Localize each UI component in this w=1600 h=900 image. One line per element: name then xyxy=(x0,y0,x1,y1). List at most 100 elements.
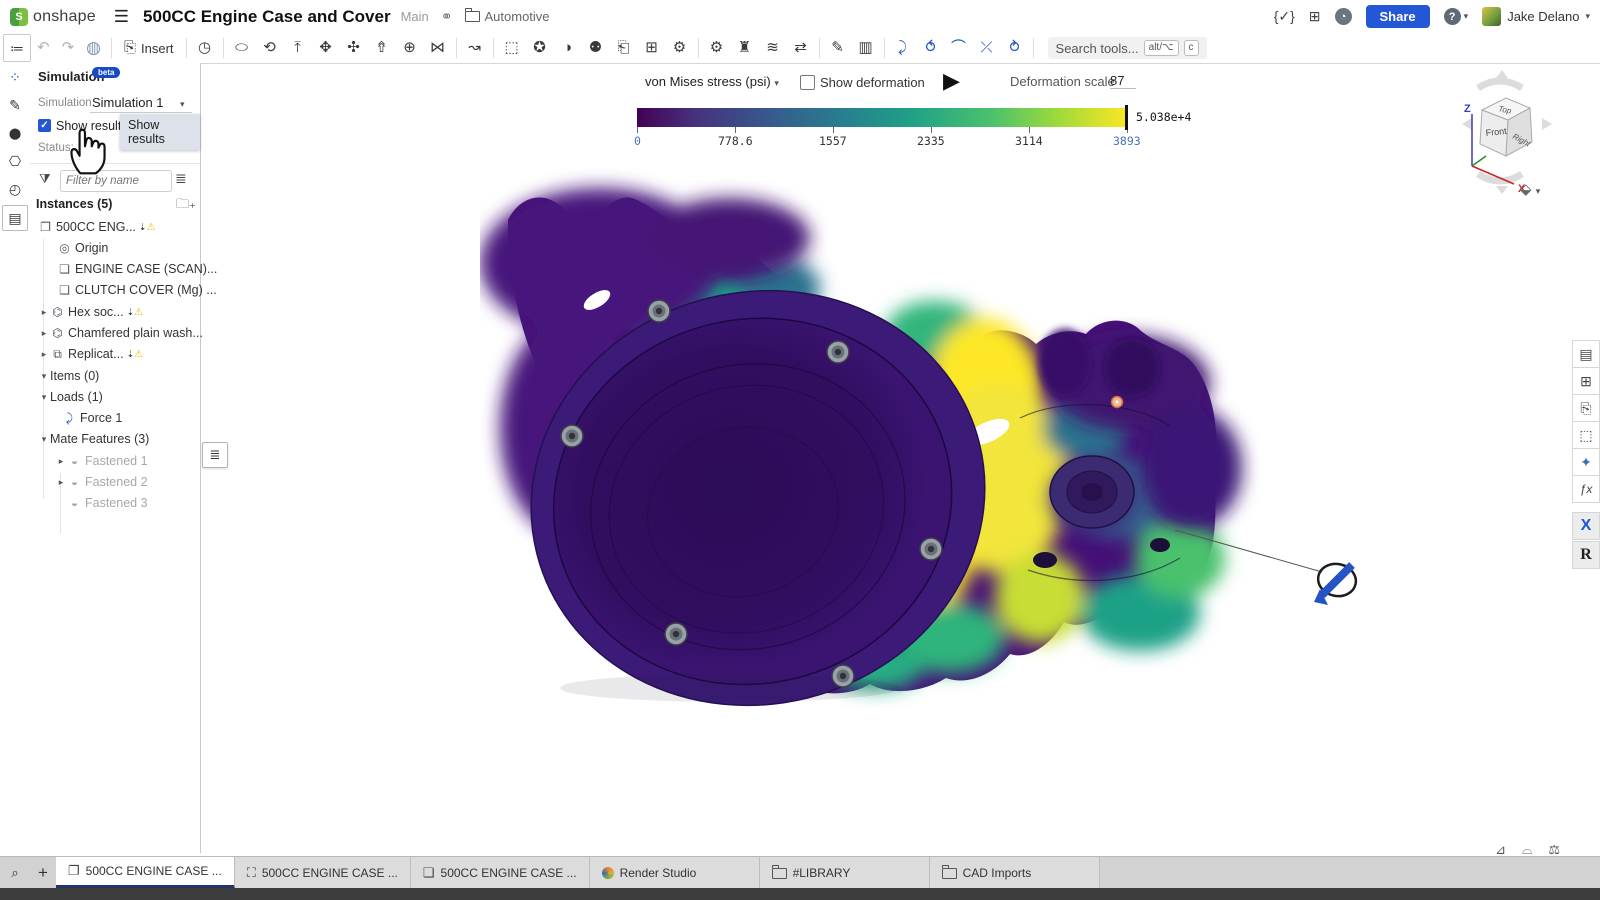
raise-instance-icon[interactable]: ⤒ xyxy=(284,34,312,62)
parts-help-icon[interactable]: ⎔ xyxy=(0,147,30,175)
gear-relation-icon[interactable]: ⚙ xyxy=(666,34,694,62)
exploded-view-icon[interactable]: ⚉ xyxy=(582,34,610,62)
tree-item-label[interactable]: Hex soc... xyxy=(68,305,124,319)
mirror-icon[interactable]: ⋈ xyxy=(424,34,452,62)
mate-connector-icon[interactable]: ↝ xyxy=(461,34,489,62)
app-r-icon[interactable]: R xyxy=(1572,541,1600,569)
app-x-icon[interactable]: X xyxy=(1572,512,1600,540)
tree-item-label[interactable]: Fastened 1 xyxy=(85,454,148,468)
translate-icon[interactable]: ✥ xyxy=(312,34,340,62)
multipart-icon[interactable]: ✦ xyxy=(1572,448,1600,475)
learning-center-icon[interactable]: ◔ xyxy=(1335,8,1352,25)
tree-item-label[interactable]: ENGINE CASE (SCAN)... xyxy=(75,262,217,276)
insert-button[interactable]: ⎘ Insert xyxy=(116,34,182,62)
configuration-icon[interactable]: ⎘ xyxy=(1572,394,1600,421)
tree-item-fastened[interactable]: ◒ Fastened 3 xyxy=(30,493,237,513)
release-icon[interactable]: ◍ xyxy=(80,34,107,62)
tab-search-icon[interactable]: ⌕ xyxy=(0,857,30,889)
onshape-logo-icon[interactable]: S xyxy=(10,8,28,26)
rotate-up-arrow-icon[interactable] xyxy=(1496,70,1508,78)
feature-script-icon[interactable]: {✓} xyxy=(1274,8,1295,25)
display-states-icon[interactable]: ⎗ xyxy=(610,34,638,62)
feature-list-flyout-button[interactable]: ≣ xyxy=(202,442,228,468)
simulation-select-caret-icon[interactable]: ▾ xyxy=(180,99,185,110)
show-results-label[interactable]: Show results xyxy=(56,119,128,133)
show-results-checkbox[interactable]: ✓ xyxy=(38,119,51,132)
tree-item-fastened[interactable]: ▸ ◒ Fastened 1 xyxy=(30,451,225,471)
sim-force-icon[interactable]: ⤸ xyxy=(889,34,917,62)
select-region-icon[interactable]: ⬚ xyxy=(498,34,526,62)
gear-stand-icon[interactable]: ♜ xyxy=(731,34,759,62)
expand-icon[interactable]: ▸ xyxy=(55,477,67,488)
tree-item-label[interactable]: Replicat... xyxy=(68,347,124,361)
pattern-icon[interactable]: ⊞ xyxy=(638,34,666,62)
tab-cad-imports[interactable]: CAD Imports xyxy=(930,857,1100,889)
tree-item[interactable]: ◎ Origin xyxy=(30,238,227,258)
bom-icon[interactable]: ▥ xyxy=(852,34,880,62)
main-menu-icon[interactable]: ☰ xyxy=(114,7,129,27)
report-panel-icon[interactable]: ▤ xyxy=(1572,340,1600,367)
share-button[interactable]: Share xyxy=(1366,5,1430,28)
collapse-icon[interactable]: ▾ xyxy=(38,371,50,382)
replicate-icon[interactable]: ⇄ xyxy=(787,34,815,62)
comment-icon[interactable]: ⬤ xyxy=(0,119,30,147)
filter-icon[interactable]: ⧩ xyxy=(39,171,51,187)
load-anchor-marker[interactable] xyxy=(1112,397,1123,408)
expand-icon[interactable]: ▸ xyxy=(55,456,67,467)
workspace-label[interactable]: Main xyxy=(401,9,429,24)
tree-item[interactable]: ▸ ⧉ Replicat... ⇣⚠ xyxy=(30,344,208,364)
sim-remote-force-icon[interactable]: ⤫ xyxy=(973,34,1001,62)
tree-item[interactable]: ▸ ⌬ Chamfered plain wash... xyxy=(30,323,208,343)
tree-item-label[interactable]: Fastened 3 xyxy=(85,496,148,510)
tab-render-studio[interactable]: Render Studio xyxy=(590,857,760,889)
tab-library[interactable]: #LIBRARY xyxy=(760,857,930,889)
sim-pressure-icon[interactable]: ⥁ xyxy=(1001,34,1029,62)
expand-icon[interactable]: ▸ xyxy=(38,328,50,339)
rotate-left-arrow-icon[interactable] xyxy=(1462,118,1472,130)
rotate-instance-icon[interactable]: ⟲ xyxy=(256,34,284,62)
bom-table-icon[interactable]: ⊞ xyxy=(1572,367,1600,394)
help-icon[interactable]: ? xyxy=(1444,8,1461,25)
user-name[interactable]: Jake Delano xyxy=(1507,9,1579,24)
named-positions-icon[interactable]: ✪ xyxy=(526,34,554,62)
free-drag-icon[interactable]: ✣ xyxy=(340,34,368,62)
force-arrow-icon[interactable] xyxy=(1322,565,1352,595)
tree-item-label[interactable]: CLUTCH COVER (Mg) ... xyxy=(75,283,217,297)
tree-item-force[interactable]: ⤸ Force 1 xyxy=(30,408,232,428)
tree-item-label[interactable]: Chamfered plain wash... xyxy=(68,326,203,340)
expand-icon[interactable]: ▸ xyxy=(38,349,50,360)
tree-group-items[interactable]: ▾ Items (0) xyxy=(30,366,208,386)
section-view-icon[interactable]: ◑ xyxy=(554,34,582,62)
deformation-scale-value[interactable]: 87 xyxy=(1110,73,1136,89)
tree-item-fastened[interactable]: ▸ ◒ Fastened 2 xyxy=(30,472,225,492)
tree-item[interactable]: ▸ ⌬ Hex soc... ⇣⚠ xyxy=(30,302,208,322)
sim-torque-icon[interactable]: ⥀ xyxy=(917,34,945,62)
search-tools[interactable]: Search tools... alt/⌥ c xyxy=(1048,37,1207,59)
new-folder-icon[interactable]: 🗀₊ xyxy=(176,195,196,217)
new-tab-button[interactable]: + xyxy=(30,857,56,889)
show-deformation-checkbox[interactable] xyxy=(800,75,815,90)
engine-case-stress-model[interactable] xyxy=(480,168,1380,713)
mechanism-icon[interactable]: ⚙ xyxy=(703,34,731,62)
redo-button[interactable]: ↷ xyxy=(56,34,81,62)
tree-item-label[interactable]: Fastened 2 xyxy=(85,475,148,489)
part-extents-icon[interactable]: ⬚ xyxy=(1572,421,1600,448)
tree-item[interactable]: ❏ ENGINE CASE (SCAN)... xyxy=(30,259,227,279)
tab-drawing[interactable]: ❏ 500CC ENGINE CASE ... xyxy=(411,857,590,889)
triad-move-icon[interactable]: ⊕ xyxy=(396,34,424,62)
undo-button[interactable]: ↶ xyxy=(31,34,56,62)
project-name[interactable]: Automotive xyxy=(485,9,550,24)
tab-assembly[interactable]: ❐ 500CC ENGINE CASE ... xyxy=(56,857,235,889)
user-caret-icon[interactable]: ▾ xyxy=(1585,11,1590,22)
play-simulation-button[interactable]: ▶ xyxy=(943,68,960,94)
result-type-dropdown[interactable]: von Mises stress (psi) ▾ xyxy=(645,74,779,89)
rotate-down-arrow-icon[interactable] xyxy=(1496,186,1508,194)
filter-input[interactable] xyxy=(60,170,172,192)
tree-item[interactable]: ❐ 500CC ENG... ⇣⚠ xyxy=(30,217,208,237)
tree-item-label[interactable]: Origin xyxy=(75,241,108,255)
tree-item[interactable]: ❏ CLUTCH COVER (Mg) ... xyxy=(30,280,227,300)
colorbar-min-label[interactable]: 0 xyxy=(634,134,641,148)
spring-icon[interactable]: ≋ xyxy=(759,34,787,62)
tree-item-label[interactable]: 500CC ENG... xyxy=(56,220,136,234)
timer-icon[interactable]: ◴ xyxy=(0,175,30,203)
